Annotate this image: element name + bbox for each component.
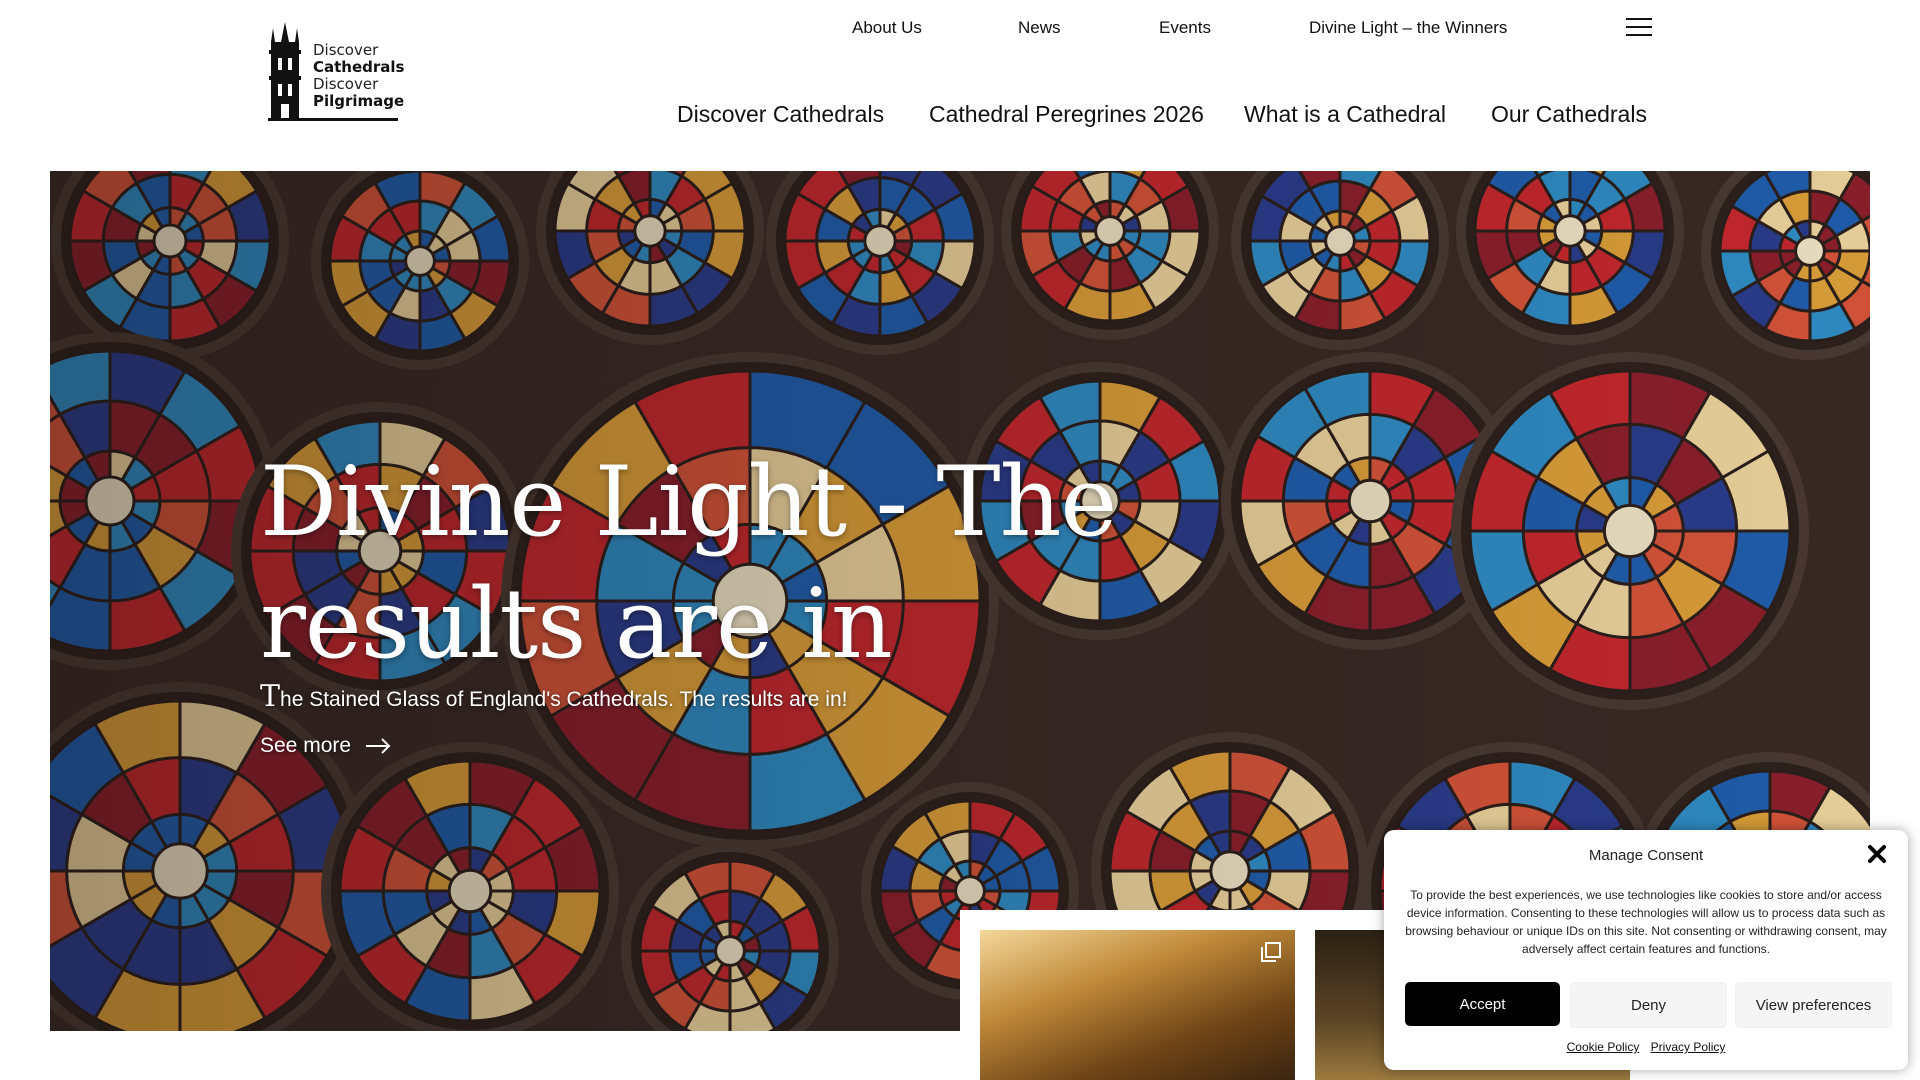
logo-line-2: Cathedrals: [313, 58, 405, 76]
logo-wordmark: Discover Cathedrals Discover Pilgrimage: [313, 42, 404, 110]
mainnav-what-is-a-cathedral[interactable]: What is a Cathedral: [1244, 101, 1446, 128]
mainnav-our-cathedrals[interactable]: Our Cathedrals: [1491, 101, 1647, 128]
topnav-about-us[interactable]: About Us: [852, 18, 922, 38]
arrow-right-icon: [366, 738, 391, 754]
multiple-images-icon: [1261, 942, 1281, 962]
close-icon[interactable]: [1866, 843, 1888, 865]
hamburger-menu-icon[interactable]: [1626, 18, 1652, 38]
topnav-divine-light-winners[interactable]: Divine Light – the Winners: [1309, 18, 1507, 38]
accept-button[interactable]: Accept: [1405, 982, 1560, 1026]
consent-links: Cookie Policy Privacy Policy: [1384, 1040, 1908, 1054]
see-more-link[interactable]: See more: [260, 734, 391, 758]
see-more-label: See more: [260, 734, 352, 757]
topnav-events[interactable]: Events: [1159, 18, 1211, 38]
privacy-policy-link[interactable]: Privacy Policy: [1651, 1040, 1726, 1054]
hero-subtitle-initial: T: [260, 679, 281, 714]
cathedral-tower-icon: [269, 22, 301, 120]
logo-line-4: Pilgrimage: [313, 92, 405, 110]
site-logo[interactable]: Discover Cathedrals Discover Pilgrimage: [268, 20, 404, 122]
logo-line-3: Discover: [313, 75, 379, 93]
logo-underline: [268, 118, 398, 121]
hero-subtitle-text: he Stained Glass of England's Cathedrals…: [280, 688, 848, 711]
consent-title: Manage Consent: [1588, 847, 1704, 864]
topnav-news[interactable]: News: [1018, 18, 1061, 38]
instagram-post-1[interactable]: [980, 930, 1295, 1080]
mainnav-discover-cathedrals[interactable]: Discover Cathedrals: [677, 101, 884, 128]
consent-body: To provide the best experiences, we use …: [1405, 888, 1887, 956]
hero-title: Divine Light - The results are in: [260, 446, 1117, 680]
cookie-policy-link[interactable]: Cookie Policy: [1567, 1040, 1640, 1054]
cookie-consent-dialog: Manage Consent To provide the best exper…: [1384, 830, 1908, 1070]
view-preferences-button[interactable]: View preferences: [1735, 982, 1892, 1028]
logo-line-1: Discover: [313, 41, 379, 59]
mainnav-cathedral-peregrines[interactable]: Cathedral Peregrines 2026: [929, 101, 1204, 128]
deny-button[interactable]: Deny: [1570, 982, 1727, 1028]
hero-subtitle: The Stained Glass of England's Cathedral…: [260, 679, 847, 714]
